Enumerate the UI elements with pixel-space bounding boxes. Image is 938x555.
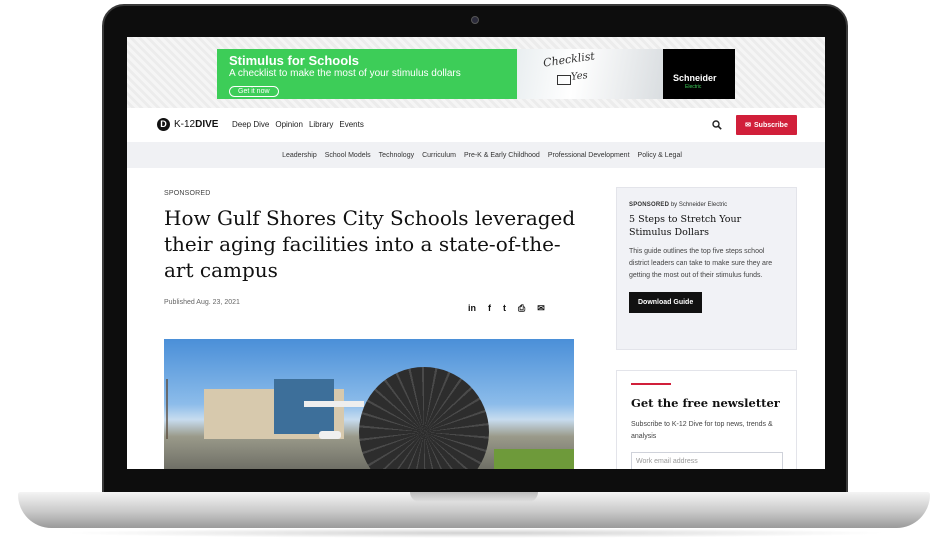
download-guide-button[interactable]: Download Guide — [629, 292, 703, 313]
checkbox-icon — [557, 75, 571, 85]
email-field[interactable]: Work email address — [631, 452, 783, 469]
topic-school-models[interactable]: School Models — [325, 152, 371, 159]
laptop-frame: Stimulus for Schools A checklist to make… — [0, 0, 938, 555]
newsletter-title: Get the free newsletter — [631, 396, 780, 410]
topic-curriculum[interactable]: Curriculum — [422, 152, 456, 159]
ad-title: Stimulus for Schools — [229, 53, 360, 68]
article-publish-date: Published Aug. 23, 2021 — [164, 299, 240, 306]
logo-mark-icon: D — [157, 118, 170, 131]
search-icon[interactable] — [712, 120, 722, 133]
camera-icon — [471, 16, 479, 24]
car-shape — [319, 431, 341, 439]
ad-photo-text-2: Yes — [570, 70, 589, 83]
site-header: D K-12DIVE Deep Dive Opinion Library Eve… — [127, 112, 825, 140]
sidebar-sponsor-line: SPONSORED by Schneider Electric — [629, 202, 728, 208]
topic-pre-k[interactable]: Pre-K & Early Childhood — [464, 152, 540, 159]
ad-text-panel: Stimulus for Schools A checklist to make… — [217, 49, 517, 99]
ad-subtitle: A checklist to make the most of your sti… — [229, 68, 461, 79]
topic-professional-development[interactable]: Professional Development — [548, 152, 630, 159]
laptop-shadow — [60, 528, 890, 538]
newsletter-signup: Get the free newsletter Subscribe to K-1… — [616, 370, 797, 469]
grass-shape — [494, 449, 574, 469]
site-logo[interactable]: D K-12DIVE — [157, 118, 218, 131]
subscribe-button[interactable]: ✉ Subscribe — [736, 115, 797, 135]
topic-technology[interactable]: Technology — [379, 152, 414, 159]
mail-icon: ✉ — [745, 122, 751, 129]
laptop-notch — [410, 492, 538, 502]
nav-link-events[interactable]: Events — [339, 120, 363, 129]
ad-banner[interactable]: Stimulus for Schools A checklist to make… — [217, 49, 735, 99]
topic-policy-legal[interactable]: Policy & Legal — [638, 152, 682, 159]
solar-flower-shape — [359, 367, 489, 469]
newsletter-description: Subscribe to K-12 Dive for top news, tre… — [631, 421, 773, 440]
sidebar-card-description: This guide outlines the top five steps s… — [629, 248, 773, 279]
email-icon[interactable]: ✉ — [537, 303, 545, 314]
subscribe-label: Subscribe — [754, 121, 788, 129]
newsletter-accent-rule — [631, 383, 671, 385]
sponsored-sidebar-card: SPONSORED by Schneider Electric 5 Steps … — [616, 187, 797, 350]
ad-photo: Checklist Yes — [517, 49, 663, 99]
tree-shape — [166, 379, 196, 439]
topic-bar: Leadership School Models Technology Curr… — [127, 142, 825, 168]
main-nav: Deep Dive Opinion Library Events — [232, 120, 364, 129]
nav-link-opinion[interactable]: Opinion — [275, 120, 303, 129]
logo-text: K-12DIVE — [174, 119, 219, 130]
ad-strip: Stimulus for Schools A checklist to make… — [127, 37, 825, 108]
nav-link-library[interactable]: Library — [309, 120, 333, 129]
article-headline: How Gulf Shores City Schools leveraged t… — [164, 206, 576, 282]
topic-leadership[interactable]: Leadership — [282, 152, 317, 159]
facebook-icon[interactable]: f — [488, 303, 491, 314]
article-hero-image — [164, 339, 574, 469]
ad-brand-logo: Schneider — [673, 73, 717, 83]
print-icon[interactable]: ⎙ — [518, 303, 525, 314]
linkedin-icon[interactable]: in — [468, 303, 476, 314]
ad-brand-panel: Schneider Electric — [663, 49, 735, 99]
article-sponsored-label: SPONSORED — [164, 190, 211, 197]
ad-brand-sub: Electric — [685, 84, 702, 90]
canopy-shape — [304, 401, 364, 407]
ad-photo-text: Checklist — [542, 49, 596, 70]
browser-screen: Stimulus for Schools A checklist to make… — [127, 37, 825, 469]
sidebar-card-title[interactable]: 5 Steps to Stretch Your Stimulus Dollars — [629, 213, 784, 239]
share-bar: in f t ⎙ ✉ — [468, 303, 545, 314]
nav-link-deep-dive[interactable]: Deep Dive — [232, 120, 269, 129]
ad-cta-button[interactable]: Get it now — [229, 86, 279, 97]
twitter-icon[interactable]: t — [503, 303, 506, 314]
